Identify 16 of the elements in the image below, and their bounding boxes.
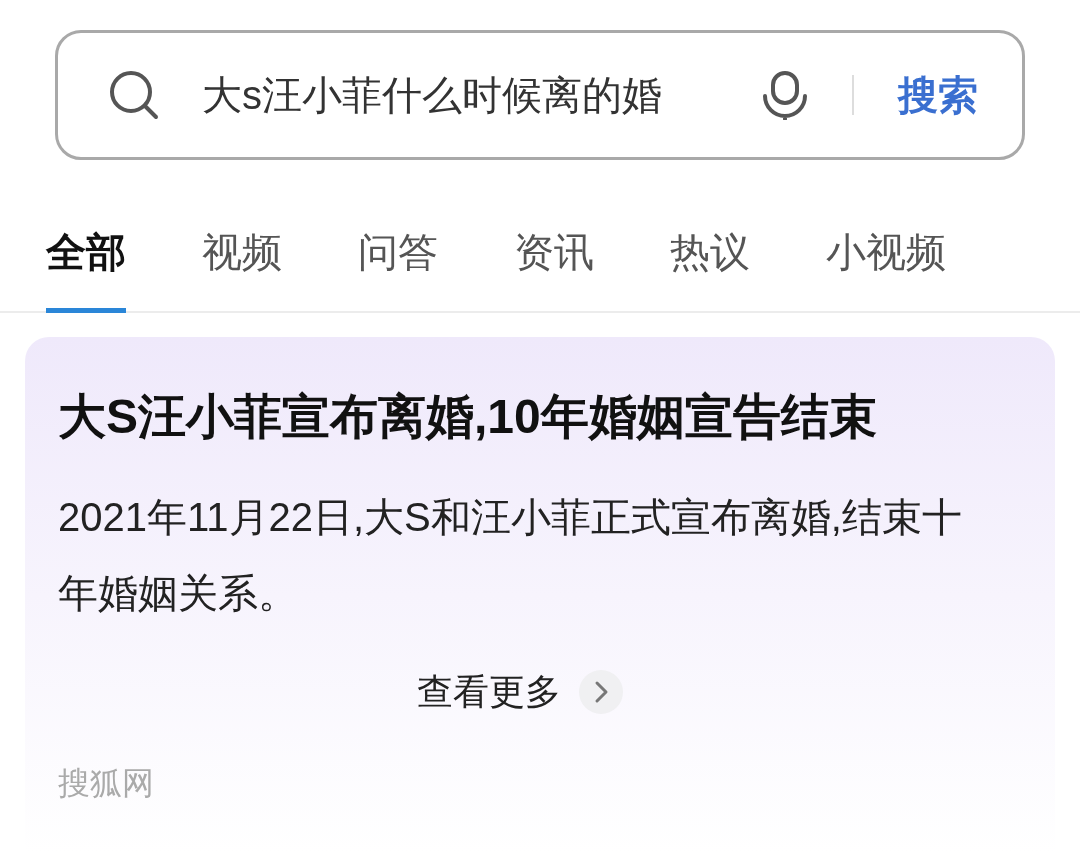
search-button[interactable]: 搜索 bbox=[898, 65, 978, 125]
chevron-right-icon bbox=[579, 670, 623, 714]
tab[interactable]: 问答 bbox=[358, 222, 438, 313]
search-query[interactable]: 大s汪小菲什么时候离的婚 bbox=[202, 65, 662, 125]
tab[interactable]: 热议 bbox=[670, 222, 750, 313]
result-title[interactable]: 大S汪小菲宣布离婚,10年婚姻宣告结束 bbox=[58, 377, 998, 457]
search-field[interactable]: 大s汪小菲什么时候离的婚 搜索 bbox=[55, 30, 1025, 160]
search-icon bbox=[108, 69, 160, 121]
source-label: 搜狐网 bbox=[58, 764, 155, 803]
tab[interactable]: 全部 bbox=[46, 222, 126, 313]
microphone-icon[interactable] bbox=[762, 70, 808, 120]
tab[interactable]: 资讯 bbox=[514, 222, 594, 313]
view-more-button[interactable]: 查看更多 bbox=[417, 665, 623, 719]
result-summary: 2021年11月22日,大S和汪小菲正式宣布离婚,结束十年婚姻关系。 bbox=[58, 494, 963, 617]
tab[interactable]: 小视频 bbox=[826, 222, 946, 313]
tab[interactable]: 视频 bbox=[202, 222, 282, 313]
